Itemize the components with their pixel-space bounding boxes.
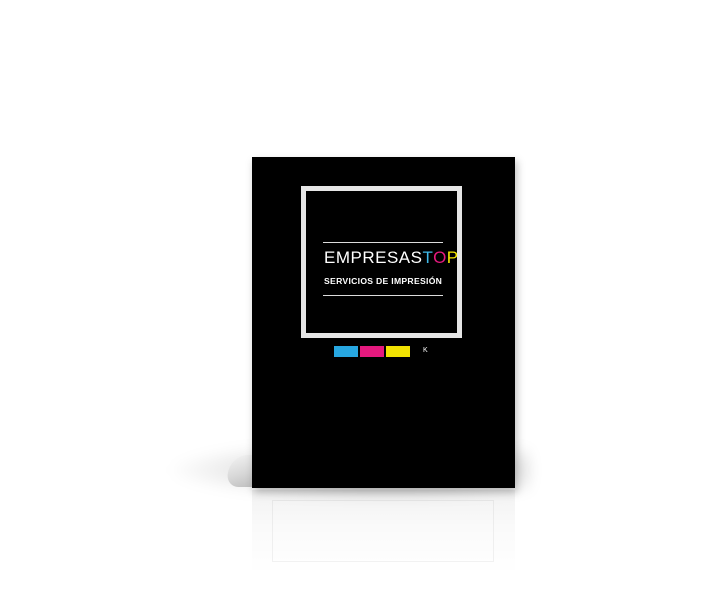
brand-letter-o: O [433,248,447,267]
presentation-folder: EMPRESASTOP SERVICIOS DE IMPRESIÓN K [252,157,515,488]
brand-tagline: SERVICIOS DE IMPRESIÓN [324,276,443,286]
brand-letter-t: T [422,248,434,267]
folder-reflection [252,490,515,596]
reflection-frame [272,500,494,562]
mockup-stage: EMPRESASTOP SERVICIOS DE IMPRESIÓN K [0,0,710,596]
yellow-swatch [386,346,410,357]
brand-letter-p: P [446,248,459,267]
brand-logo-text: EMPRESASTOP [324,249,464,267]
magenta-swatch [360,346,384,357]
logo-top-rule [323,242,443,243]
black-swatch-label: K [423,347,428,354]
cyan-swatch [334,346,358,357]
logo-bottom-rule [323,295,443,296]
brand-name-main: EMPRESAS [324,248,423,267]
